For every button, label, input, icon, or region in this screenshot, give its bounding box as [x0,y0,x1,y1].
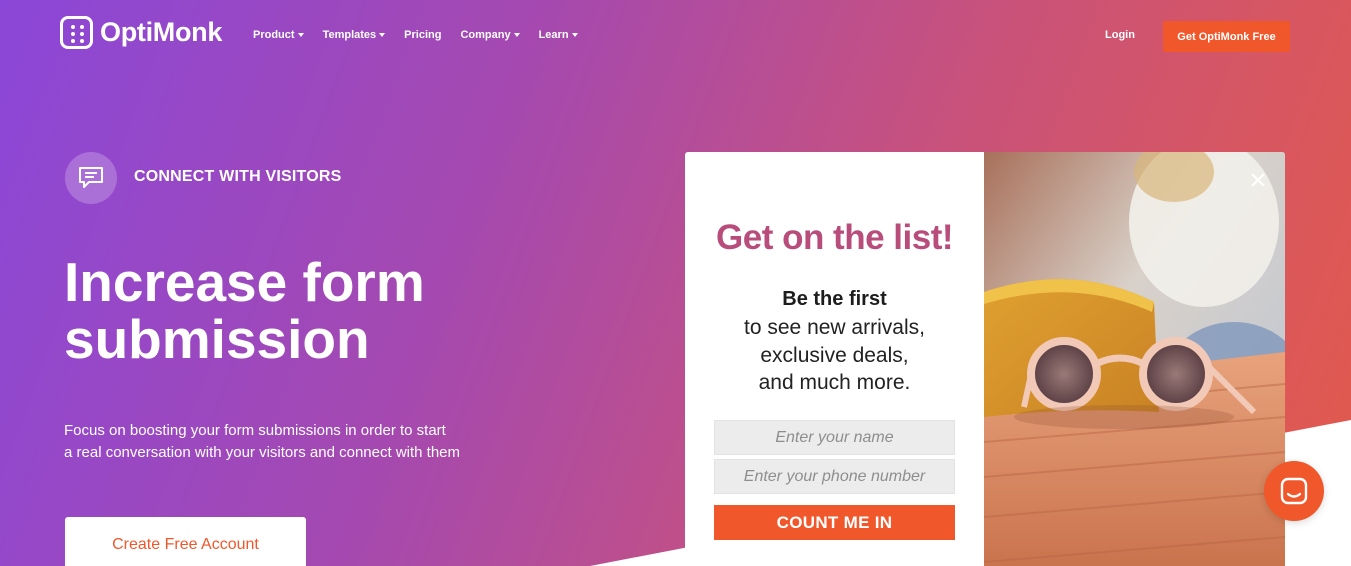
name-input[interactable] [714,420,955,455]
count-me-in-button[interactable]: COUNT ME IN [714,505,955,540]
login-link[interactable]: Login [1105,29,1135,41]
caret-down-icon [571,33,578,38]
menu-item-learn[interactable]: Learn [539,29,578,41]
close-icon[interactable] [1248,170,1268,190]
chat-bubble-icon [79,167,103,188]
caret-down-icon [379,33,386,38]
section-badge-text: CONNECT WITH VISITORS [134,168,342,185]
popup-form-panel: Get on the list! Be the first to see new… [685,152,984,566]
caret-down-icon [297,33,304,38]
caret-down-icon [513,33,520,38]
badge-icon-circle [65,152,117,204]
sunglasses-illustration [984,152,1285,566]
popup-subheading: Be the first [782,288,887,310]
menu-item-pricing[interactable]: Pricing [404,29,441,41]
signup-popup: Get on the list! Be the first to see new… [685,152,1285,566]
logo-text: OptiMonk [100,17,223,47]
top-navigation: OptiMonk Product Templates Pricing Compa… [0,0,1351,72]
main-menu: Product Templates Pricing Company Learn [253,29,597,41]
popup-body-text: to see new arrivals, exclusive deals, an… [744,316,925,394]
hero-description: Focus on boosting your form submissions … [64,422,461,461]
chat-widget-button[interactable] [1264,461,1324,521]
sunglasses-photo [984,152,1285,566]
logo-icon [60,16,93,49]
chat-icon [1280,477,1308,505]
menu-item-product[interactable]: Product [253,29,304,41]
phone-input[interactable] [714,459,955,494]
menu-item-templates[interactable]: Templates [323,29,386,41]
get-optimonk-free-button[interactable]: Get OptiMonk Free [1163,21,1290,52]
popup-heading: Get on the list! [716,218,954,257]
menu-item-company[interactable]: Company [460,29,520,41]
hero-title: Increase form submission [64,251,425,370]
create-free-account-button[interactable]: Create Free Account [65,517,306,566]
optimonk-logo[interactable]: OptiMonk [60,16,222,49]
